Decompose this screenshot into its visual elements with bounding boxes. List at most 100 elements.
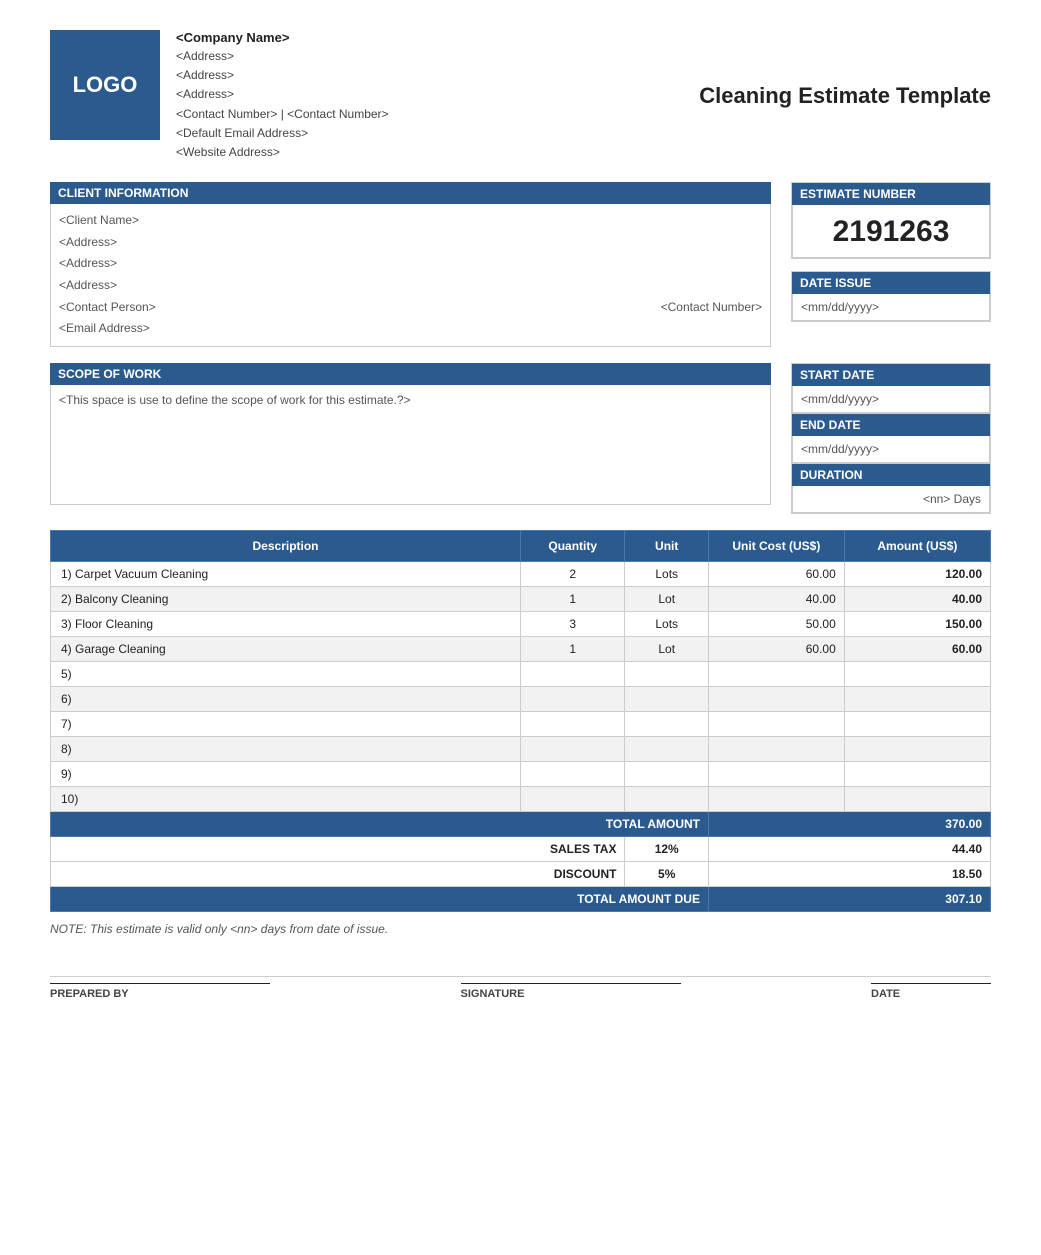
- estimate-number-block: ESTIMATE NUMBER 2191263: [791, 182, 991, 259]
- prepared-by-block: PREPARED BY: [50, 983, 270, 1000]
- estimate-number-section: ESTIMATE NUMBER 2191263 DATE ISSUE <mm/d…: [791, 182, 991, 347]
- end-date-value: <mm/dd/yyyy>: [792, 436, 990, 463]
- table-row: 2) Balcony Cleaning1Lot40.0040.00: [51, 586, 991, 611]
- signature-line: [461, 983, 681, 984]
- row-unit-cost: [708, 736, 844, 761]
- discount-pct: 5%: [625, 861, 709, 886]
- table-header-row: Description Quantity Unit Unit Cost (US$…: [51, 530, 991, 561]
- row-unit-cost: [708, 661, 844, 686]
- company-address2: <Address>: [176, 66, 679, 85]
- row-qty: 2: [521, 561, 625, 586]
- row-num: 10): [51, 786, 521, 811]
- date-issue-value: <mm/dd/yyyy>: [792, 294, 990, 321]
- company-address1: <Address>: [176, 47, 679, 66]
- end-date-header: END DATE: [792, 414, 990, 436]
- row-amount: [844, 711, 990, 736]
- prepared-by-line: [50, 983, 270, 984]
- table-row: 10): [51, 786, 991, 811]
- row-unit-cost: 60.00: [708, 561, 844, 586]
- row-unit: Lots: [625, 561, 709, 586]
- client-contact-row: <Contact Person> <Contact Number>: [59, 297, 762, 319]
- duration-header: DURATION: [792, 464, 990, 486]
- date-sig-label: DATE: [871, 988, 991, 1000]
- total-amount-value: 370.00: [708, 811, 990, 836]
- client-addr1: <Address>: [59, 232, 762, 254]
- start-date-header: START DATE: [792, 364, 990, 386]
- client-section: CLIENT INFORMATION <Client Name> <Addres…: [50, 182, 771, 347]
- end-date-block: END DATE <mm/dd/yyyy>: [791, 414, 991, 464]
- row-amount: 120.00: [844, 561, 990, 586]
- col-amount: Amount (US$): [844, 530, 990, 561]
- signature-label: SIGNATURE: [461, 988, 681, 1000]
- client-contact-person: <Contact Person>: [59, 297, 156, 319]
- note-prefix: NOTE:: [50, 922, 90, 936]
- row-qty: [521, 786, 625, 811]
- client-contact-number: <Contact Number>: [661, 297, 762, 319]
- row-num: 1) Carpet Vacuum Cleaning: [51, 561, 521, 586]
- signature-block: SIGNATURE: [461, 983, 681, 1000]
- date-issue-block: DATE ISSUE <mm/dd/yyyy>: [791, 271, 991, 322]
- row-amount: [844, 661, 990, 686]
- total-amount-row: TOTAL AMOUNT 370.00: [51, 811, 991, 836]
- row-qty: [521, 761, 625, 786]
- items-table: Description Quantity Unit Unit Cost (US$…: [50, 530, 991, 912]
- row-amount: [844, 761, 990, 786]
- row-unit: [625, 711, 709, 736]
- company-address3: <Address>: [176, 85, 679, 104]
- row-amount: [844, 786, 990, 811]
- col-description: Description: [51, 530, 521, 561]
- company-email: <Default Email Address>: [176, 124, 679, 143]
- table-row: 9): [51, 761, 991, 786]
- table-row: 5): [51, 661, 991, 686]
- client-info-header: CLIENT INFORMATION: [50, 182, 771, 204]
- row-amount: 40.00: [844, 586, 990, 611]
- scope-dates-row: SCOPE OF WORK <This space is use to defi…: [50, 363, 991, 514]
- duration-block: DURATION <nn> Days: [791, 464, 991, 514]
- start-date-value: <mm/dd/yyyy>: [792, 386, 990, 413]
- table-row: 6): [51, 686, 991, 711]
- sales-tax-row: SALES TAX 12% 44.40: [51, 836, 991, 861]
- row-amount: 150.00: [844, 611, 990, 636]
- col-quantity: Quantity: [521, 530, 625, 561]
- company-contact: <Contact Number> | <Contact Number>: [176, 105, 679, 124]
- row-qty: 3: [521, 611, 625, 636]
- table-row: 7): [51, 711, 991, 736]
- discount-label: DISCOUNT: [51, 861, 625, 886]
- start-date-block: START DATE <mm/dd/yyyy>: [791, 363, 991, 414]
- row-num: 3) Floor Cleaning: [51, 611, 521, 636]
- signature-section: PREPARED BY SIGNATURE DATE: [50, 976, 991, 1000]
- estimate-number-header: ESTIMATE NUMBER: [792, 183, 990, 205]
- row-num: 2) Balcony Cleaning: [51, 586, 521, 611]
- total-due-label: TOTAL AMOUNT DUE: [51, 886, 709, 911]
- prepared-by-label: PREPARED BY: [50, 988, 270, 1000]
- logo: LOGO: [50, 30, 160, 140]
- row-num: 5): [51, 661, 521, 686]
- total-due-value: 307.10: [708, 886, 990, 911]
- row-amount: [844, 686, 990, 711]
- sales-tax-label: SALES TAX: [51, 836, 625, 861]
- scope-text: <This space is use to define the scope o…: [50, 385, 771, 505]
- company-info: <Company Name> <Address> <Address> <Addr…: [176, 30, 679, 162]
- client-name: <Client Name>: [59, 210, 762, 232]
- table-row: 4) Garage Cleaning1Lot60.0060.00: [51, 636, 991, 661]
- row-qty: 1: [521, 636, 625, 661]
- row-unit: [625, 761, 709, 786]
- table-row: 8): [51, 736, 991, 761]
- company-name: <Company Name>: [176, 30, 679, 45]
- estimate-number-value: 2191263: [792, 205, 990, 258]
- discount-value: 18.50: [708, 861, 990, 886]
- total-amount-label: TOTAL AMOUNT: [51, 811, 709, 836]
- row-num: 7): [51, 711, 521, 736]
- row-qty: [521, 686, 625, 711]
- scope-section: SCOPE OF WORK <This space is use to defi…: [50, 363, 771, 514]
- client-email: <Email Address>: [59, 318, 762, 340]
- row-qty: 1: [521, 586, 625, 611]
- row-num: 6): [51, 686, 521, 711]
- row-unit-cost: 60.00: [708, 636, 844, 661]
- row-unit: Lot: [625, 586, 709, 611]
- row-num: 9): [51, 761, 521, 786]
- date-sig-line: [871, 983, 991, 984]
- row-amount: [844, 736, 990, 761]
- table-row: 3) Floor Cleaning3Lots50.00150.00: [51, 611, 991, 636]
- client-info-box: <Client Name> <Address> <Address> <Addre…: [50, 204, 771, 347]
